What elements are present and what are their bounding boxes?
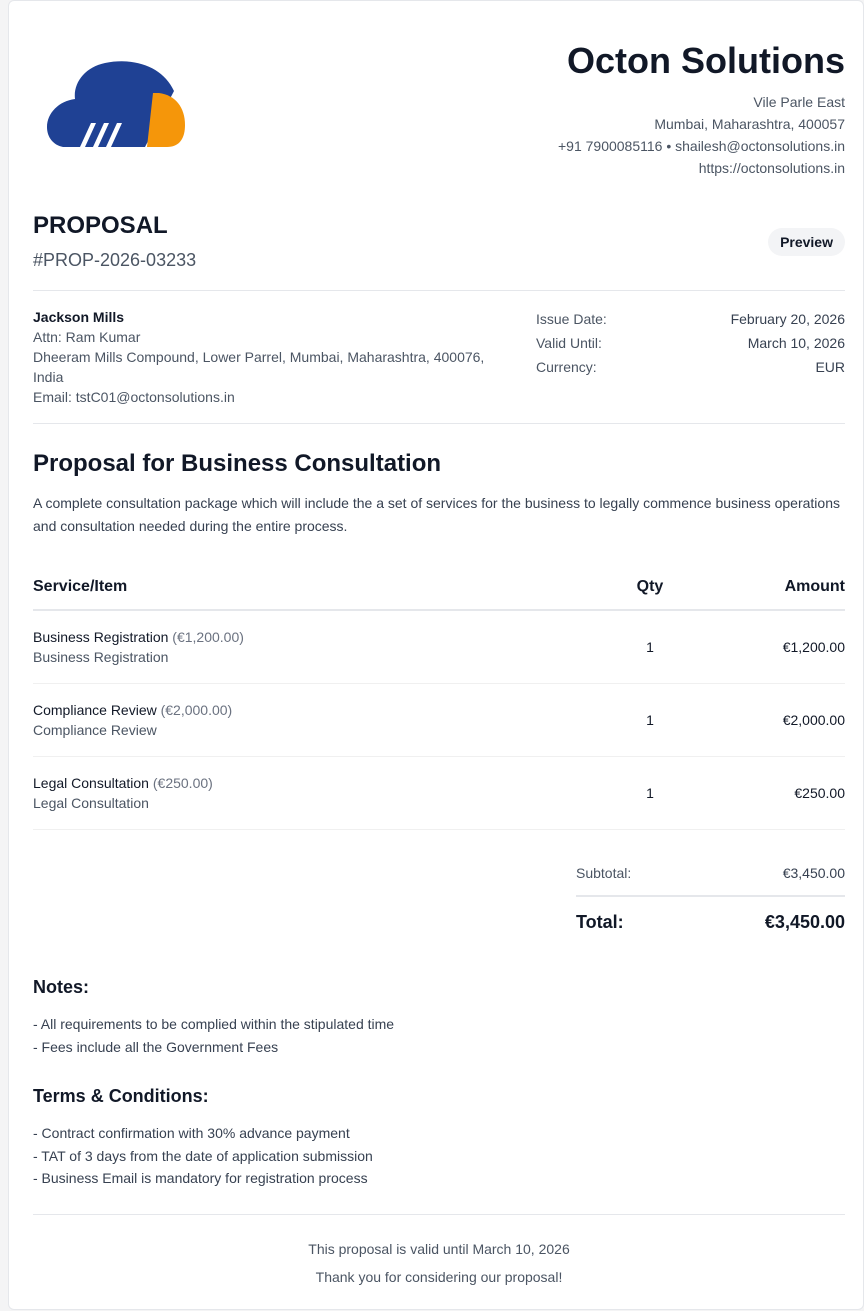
item-cell: Compliance Review (€2,000.00) Compliance… — [33, 700, 605, 740]
client-address-line2: India — [33, 369, 64, 385]
company-address-line2: Mumbai, Maharashtra, 400057 — [654, 116, 845, 132]
totals: Subtotal: €3,450.00 Total: €3,450.00 — [576, 857, 845, 937]
client-info: Jackson Mills Attn: Ram Kumar Dheeram Mi… — [33, 307, 503, 407]
company-address-line1: Vile Parle East — [753, 94, 845, 110]
proposal-title: Proposal for Business Consultation — [33, 450, 442, 477]
terms-title: Terms & Conditions: — [33, 1086, 209, 1106]
meta-value: EUR — [815, 359, 845, 375]
company-info: Octon Solutions Vile Parle East Mumbai, … — [558, 41, 845, 179]
document-meta: Issue Date: February 20, 2026 Valid Unti… — [536, 307, 845, 379]
header-qty: Qty — [636, 578, 664, 595]
footer: This proposal is valid until March 10, 2… — [33, 1235, 845, 1291]
item-description: Compliance Review — [33, 722, 157, 738]
items-table-header: Service/Item Qty Amount — [33, 565, 845, 611]
company-name: Octon Solutions — [567, 40, 845, 81]
item-amount: €1,200.00 — [782, 639, 845, 655]
item-qty: 1 — [646, 785, 654, 801]
table-row: Compliance Review (€2,000.00) Compliance… — [33, 684, 845, 757]
item-name: Business Registration — [33, 629, 169, 645]
divider — [33, 290, 845, 291]
meta-issue-date: Issue Date: February 20, 2026 — [536, 307, 845, 331]
total-row: Total: €3,450.00 — [576, 907, 845, 937]
notes-line: - Fees include all the Government Fees — [33, 1038, 279, 1055]
item-qty: 1 — [646, 712, 654, 728]
divider — [33, 1214, 845, 1215]
footer-validity: This proposal is valid until March 10, 2… — [308, 1241, 570, 1257]
item-name: Compliance Review — [33, 702, 157, 718]
subtotal-label: Subtotal: — [576, 865, 632, 881]
divider — [33, 423, 845, 424]
item-name: Legal Consultation — [33, 775, 149, 791]
meta-label: Valid Until: — [536, 335, 602, 351]
status-badge: Preview — [768, 228, 845, 256]
meta-value: February 20, 2026 — [730, 311, 845, 327]
terms-list: - Contract confirmation with 30% advance… — [33, 1122, 373, 1190]
table-row: Legal Consultation (€250.00) Legal Consu… — [33, 757, 845, 830]
document-number: #PROP-2026-03233 — [33, 250, 197, 270]
notes-list: - All requirements to be complied within… — [33, 1013, 394, 1058]
subtotal-row: Subtotal: €3,450.00 — [576, 857, 845, 897]
item-unit-price: (€250.00) — [152, 775, 213, 791]
header: Octon Solutions Vile Parle East Mumbai, … — [33, 41, 845, 181]
meta-value: March 10, 2026 — [747, 335, 845, 351]
item-description: Business Registration — [33, 649, 169, 665]
document-title: PROPOSAL — [33, 212, 168, 239]
client-name: Jackson Mills — [33, 309, 125, 325]
client-address-line1: Dheeram Mills Compound, Lower Parrel, Mu… — [33, 349, 485, 365]
table-row: Business Registration (€1,200.00) Busine… — [33, 611, 845, 684]
item-description: Legal Consultation — [33, 795, 149, 811]
total-label: Total: — [576, 912, 624, 932]
company-website: https://octonsolutions.in — [698, 160, 845, 176]
proposal-description: A complete consultation package which wi… — [33, 495, 840, 534]
client-email: Email: tstC01@octonsolutions.in — [33, 389, 235, 405]
subtotal-value: €3,450.00 — [782, 865, 845, 881]
terms-line: - TAT of 3 days from the date of applica… — [33, 1147, 373, 1164]
proposal-card: Octon Solutions Vile Parle East Mumbai, … — [8, 0, 864, 1310]
notes-line: - All requirements to be complied within… — [33, 1016, 395, 1032]
item-qty: 1 — [646, 639, 654, 655]
cloud-logo-icon — [47, 61, 185, 147]
header-service-item: Service/Item — [33, 578, 128, 595]
meta-valid-until: Valid Until: March 10, 2026 — [536, 331, 845, 355]
item-cell: Business Registration (€1,200.00) Busine… — [33, 627, 605, 667]
meta-currency: Currency: EUR — [536, 355, 845, 379]
item-unit-price: (€2,000.00) — [160, 702, 233, 718]
total-value: €3,450.00 — [764, 912, 845, 932]
item-amount: €2,000.00 — [782, 712, 845, 728]
client-attn: Attn: Ram Kumar — [33, 329, 141, 345]
terms-line: - Contract confirmation with 30% advance… — [33, 1125, 350, 1141]
header-amount: Amount — [784, 578, 845, 595]
terms-line: - Business Email is mandatory for regist… — [33, 1170, 368, 1186]
notes-title: Notes: — [33, 977, 90, 997]
item-amount: €250.00 — [794, 785, 845, 801]
meta-label: Currency: — [536, 359, 597, 375]
meta-label: Issue Date: — [536, 311, 607, 327]
item-cell: Legal Consultation (€250.00) Legal Consu… — [33, 773, 605, 813]
footer-thanks: Thank you for considering our proposal! — [315, 1269, 563, 1285]
company-contact: +91 7900085116 • shailesh@octonsolutions… — [557, 138, 845, 154]
items-table: Service/Item Qty Amount Business Registr… — [33, 565, 845, 830]
item-unit-price: (€1,200.00) — [172, 629, 244, 645]
